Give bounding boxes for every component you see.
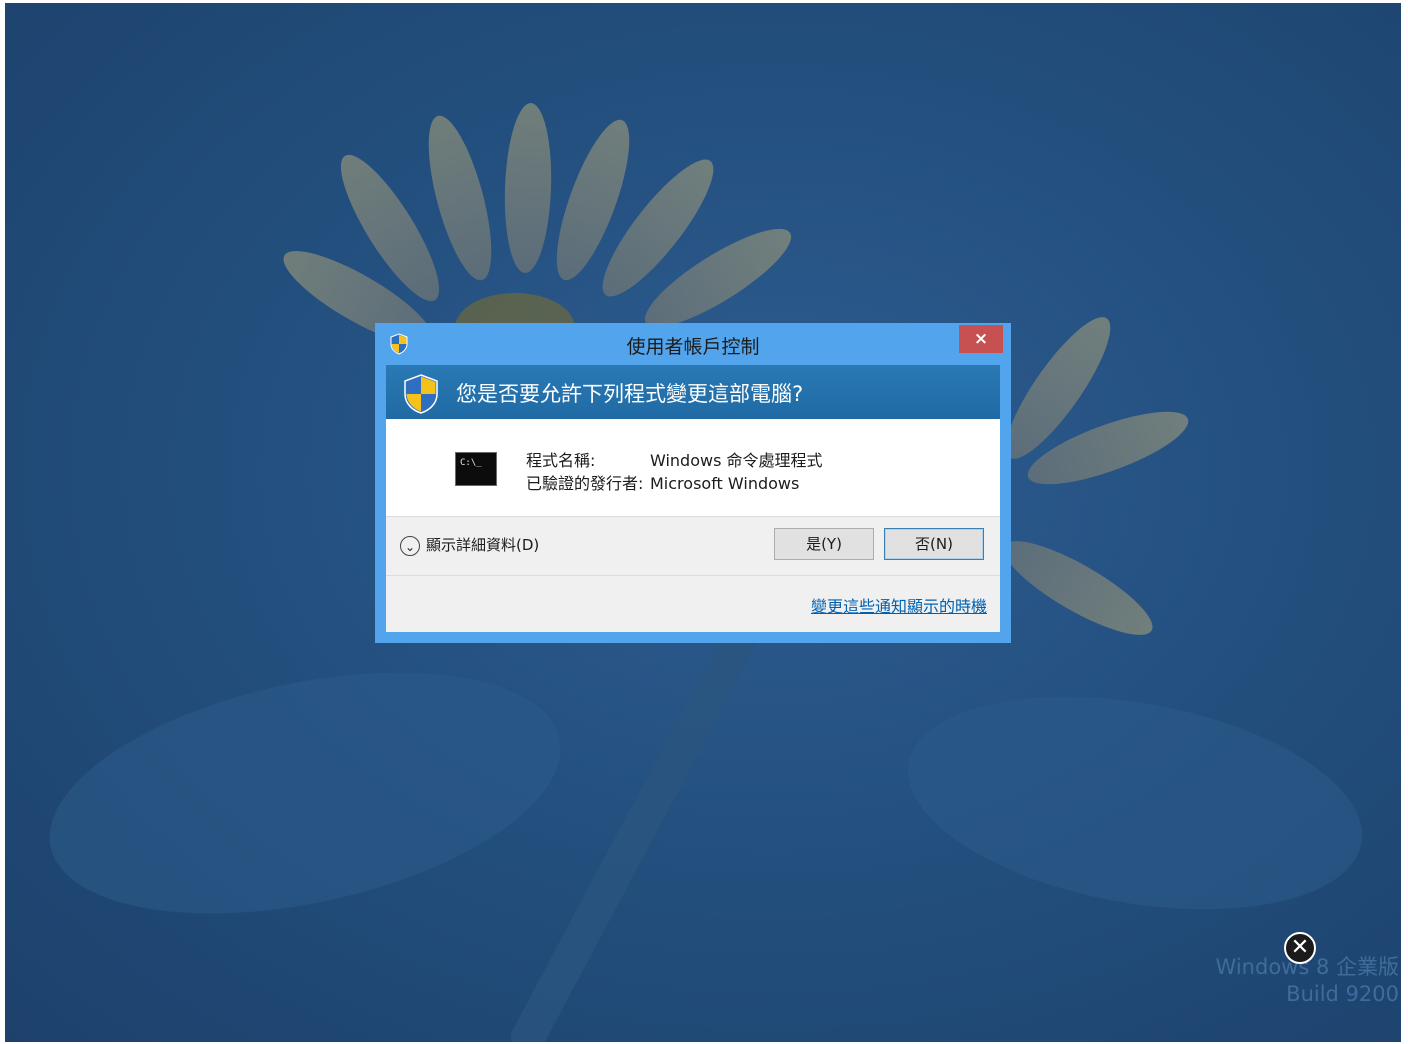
leaf-shape xyxy=(891,664,1379,942)
command-prompt-icon: C:\_ xyxy=(455,452,497,486)
dialog-footer: 變更這些通知顯示的時機 xyxy=(386,576,1000,632)
program-info: C:\_ 程式名稱: Windows 命令處理程式 已驗證的發行者: Microso… xyxy=(386,419,1000,517)
program-name-row: 程式名稱: Windows 命令處理程式 xyxy=(526,447,823,471)
uac-shield-icon xyxy=(404,374,438,414)
program-name-value: Windows 命令處理程式 xyxy=(650,451,823,470)
dialog-title: 使用者帳戶控制 xyxy=(626,336,760,358)
watermark-build: Build 9200 xyxy=(1286,982,1399,1006)
no-button[interactable]: 否(N) xyxy=(884,528,984,560)
program-name-label: 程式名稱: xyxy=(526,451,596,470)
leaf-shape xyxy=(27,631,583,955)
daisy-petal xyxy=(502,102,554,274)
uac-dialog: 使用者帳戶控制 × 您是否要允許下列程式變更這部電腦? C:\_ 程式名稱: Wi… xyxy=(375,323,1011,643)
chevron-down-icon[interactable]: ⌄ xyxy=(400,535,420,556)
title-bar[interactable]: 使用者帳戶控制 × xyxy=(375,323,1011,365)
publisher-label: 已驗證的發行者: xyxy=(526,474,644,493)
yes-button[interactable]: 是(Y) xyxy=(774,528,874,560)
publisher-value: Microsoft Windows xyxy=(650,474,800,493)
show-details-toggle[interactable]: ⌄ 顯示詳細資料(D) xyxy=(400,534,539,556)
action-bar: ⌄ 顯示詳細資料(D) 是(Y) 否(N) xyxy=(386,517,1000,576)
daisy-stem xyxy=(504,585,780,1042)
show-details-label[interactable]: 顯示詳細資料(D) xyxy=(426,536,539,554)
watermark-close-icon[interactable]: ✕ xyxy=(1284,932,1316,964)
daisy-petal xyxy=(992,525,1164,651)
question-banner: 您是否要允許下列程式變更這部電腦? xyxy=(386,365,1000,419)
dialog-client-area: 您是否要允許下列程式變更這部電腦? C:\_ 程式名稱: Windows 命令處理… xyxy=(386,365,1000,632)
close-button[interactable]: × xyxy=(959,325,1003,353)
uac-question: 您是否要允許下列程式變更這部電腦? xyxy=(456,382,804,406)
publisher-row: 已驗證的發行者: Microsoft Windows xyxy=(526,470,799,494)
change-notification-settings-link[interactable]: 變更這些通知顯示的時機 xyxy=(811,593,987,617)
